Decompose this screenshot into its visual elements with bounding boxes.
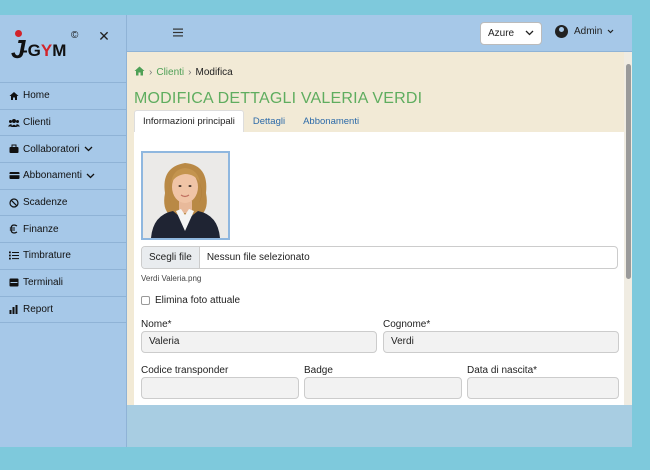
theme-select[interactable]: Azure xyxy=(480,22,542,45)
sidebar-nav: Home Clienti Collaboratori Abbonamenti S… xyxy=(0,83,127,324)
profile-photo xyxy=(141,151,230,240)
user-name: Admin xyxy=(574,26,603,37)
sidebar-item-scadenze[interactable]: Scadenze xyxy=(0,190,127,217)
delete-photo-checkbox[interactable] xyxy=(141,296,150,305)
badge-input[interactable] xyxy=(304,377,462,399)
breadcrumb: › Clienti › Modifica xyxy=(134,66,233,79)
topbar: Azure Admin xyxy=(127,15,632,52)
user-menu[interactable]: Admin xyxy=(555,25,614,38)
file-status-text: Nessun file selezionato xyxy=(206,252,310,263)
sidebar-item-label: Collaboratori xyxy=(23,143,80,155)
sidebar-item-terminali[interactable]: Terminali xyxy=(0,270,127,297)
sidebar-item-label: Finanze xyxy=(23,223,59,235)
form-panel: Scegli file Nessun file selezionato Verd… xyxy=(134,132,626,405)
sidebar-item-label: Timbrature xyxy=(23,250,71,262)
sidebar-item-abbonamenti[interactable]: Abbonamenti xyxy=(0,163,127,190)
sidebar-item-home[interactable]: Home xyxy=(0,83,127,110)
scrollbar-thumb[interactable] xyxy=(626,64,631,279)
sidebar-item-timbrature[interactable]: Timbrature xyxy=(0,243,127,270)
tab-abbonamenti[interactable]: Abbonamenti xyxy=(294,110,368,132)
chevron-down-icon xyxy=(86,171,95,181)
logo-m: M xyxy=(52,41,67,60)
euro-icon xyxy=(7,224,21,234)
cognome-label: Cognome* xyxy=(383,319,431,330)
transponder-input[interactable] xyxy=(141,377,299,399)
delete-photo-label: Elimina foto attuale xyxy=(155,295,241,306)
logo-rest: -G xyxy=(22,41,41,60)
badge-label: Badge xyxy=(304,365,333,376)
brand-logo[interactable]: J -GYM © xyxy=(11,30,81,66)
sidebar-item-report[interactable]: Report xyxy=(0,297,127,324)
profile-photo-image xyxy=(143,153,228,238)
chevron-down-icon xyxy=(525,28,534,38)
briefcase-icon xyxy=(7,144,21,154)
breadcrumb-clienti-link[interactable]: Clienti xyxy=(156,67,184,78)
sidebar: J -GYM © ✕ Home Clienti Collaboratori Ab… xyxy=(0,15,127,447)
delete-photo-row: Elimina foto attuale xyxy=(141,295,240,306)
file-upload-input[interactable]: Scegli file Nessun file selezionato xyxy=(141,246,618,269)
footer xyxy=(127,405,632,447)
sidebar-item-label: Terminali xyxy=(23,277,64,289)
app-window: J -GYM © ✕ Home Clienti Collaboratori Ab… xyxy=(0,15,632,447)
card-icon xyxy=(7,171,21,180)
terminal-icon xyxy=(7,278,21,287)
current-file-name: Verdi Valeria.png xyxy=(141,274,202,283)
breadcrumb-separator-icon: › xyxy=(149,67,153,78)
sidebar-item-finanze[interactable]: Finanze xyxy=(0,216,127,244)
breadcrumb-separator-icon: › xyxy=(188,67,192,78)
sidebar-item-label: Home xyxy=(23,90,50,102)
menu-toggle-icon[interactable] xyxy=(173,26,183,40)
breadcrumb-current: Modifica xyxy=(195,67,233,78)
birthdate-input[interactable] xyxy=(467,377,619,399)
choose-file-button[interactable]: Scegli file xyxy=(142,247,200,268)
logo-text: -GYM xyxy=(22,41,66,61)
chart-icon xyxy=(7,304,21,314)
main-content: › Clienti › Modifica MODIFICA DETTAGLI V… xyxy=(127,52,632,405)
logo-area: J -GYM © ✕ xyxy=(0,15,127,83)
transponder-label: Codice transponder xyxy=(141,365,229,376)
user-avatar-icon xyxy=(555,25,568,38)
breadcrumb-home-icon[interactable] xyxy=(134,66,145,79)
tab-bar: Informazioni principali Dettagli Abbonam… xyxy=(134,110,368,132)
sidebar-item-label: Abbonamenti xyxy=(23,170,82,182)
page-title: MODIFICA DETTAGLI VALERIA VERDI xyxy=(134,90,423,107)
logo-y: Y xyxy=(40,41,53,60)
chevron-down-icon xyxy=(84,144,93,154)
sidebar-item-label: Scadenze xyxy=(23,197,68,209)
sidebar-item-label: Report xyxy=(23,303,54,315)
nome-label: Nome* xyxy=(141,319,172,330)
ban-icon xyxy=(7,197,21,208)
sidebar-item-collaboratori[interactable]: Collaboratori xyxy=(0,136,127,164)
chevron-down-icon xyxy=(607,27,614,36)
theme-select-value: Azure xyxy=(488,28,515,39)
logo-copyright: © xyxy=(71,30,79,41)
sidebar-item-label: Clienti xyxy=(23,117,51,129)
home-icon xyxy=(7,91,21,101)
sidebar-item-clienti[interactable]: Clienti xyxy=(0,110,127,137)
list-icon xyxy=(7,251,21,260)
tab-dettagli[interactable]: Dettagli xyxy=(244,110,294,132)
tab-informazioni-principali[interactable]: Informazioni principali xyxy=(134,110,244,132)
cognome-input[interactable]: Verdi xyxy=(383,331,619,353)
users-icon xyxy=(7,118,21,128)
close-sidebar-button[interactable]: ✕ xyxy=(97,28,111,44)
nome-input[interactable]: Valeria xyxy=(141,331,377,353)
birthdate-label: Data di nascita* xyxy=(467,365,538,376)
